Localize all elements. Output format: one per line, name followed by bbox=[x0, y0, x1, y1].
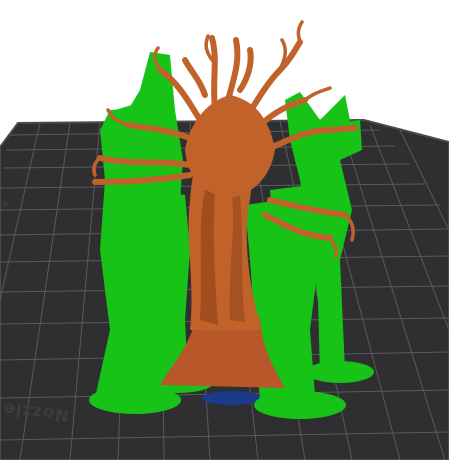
bed-edge-letter: a bbox=[0, 200, 11, 207]
base-plate bbox=[202, 391, 262, 405]
3d-viewport[interactable]: Nozzle only area a bbox=[0, 0, 449, 461]
scene[interactable] bbox=[0, 0, 449, 461]
